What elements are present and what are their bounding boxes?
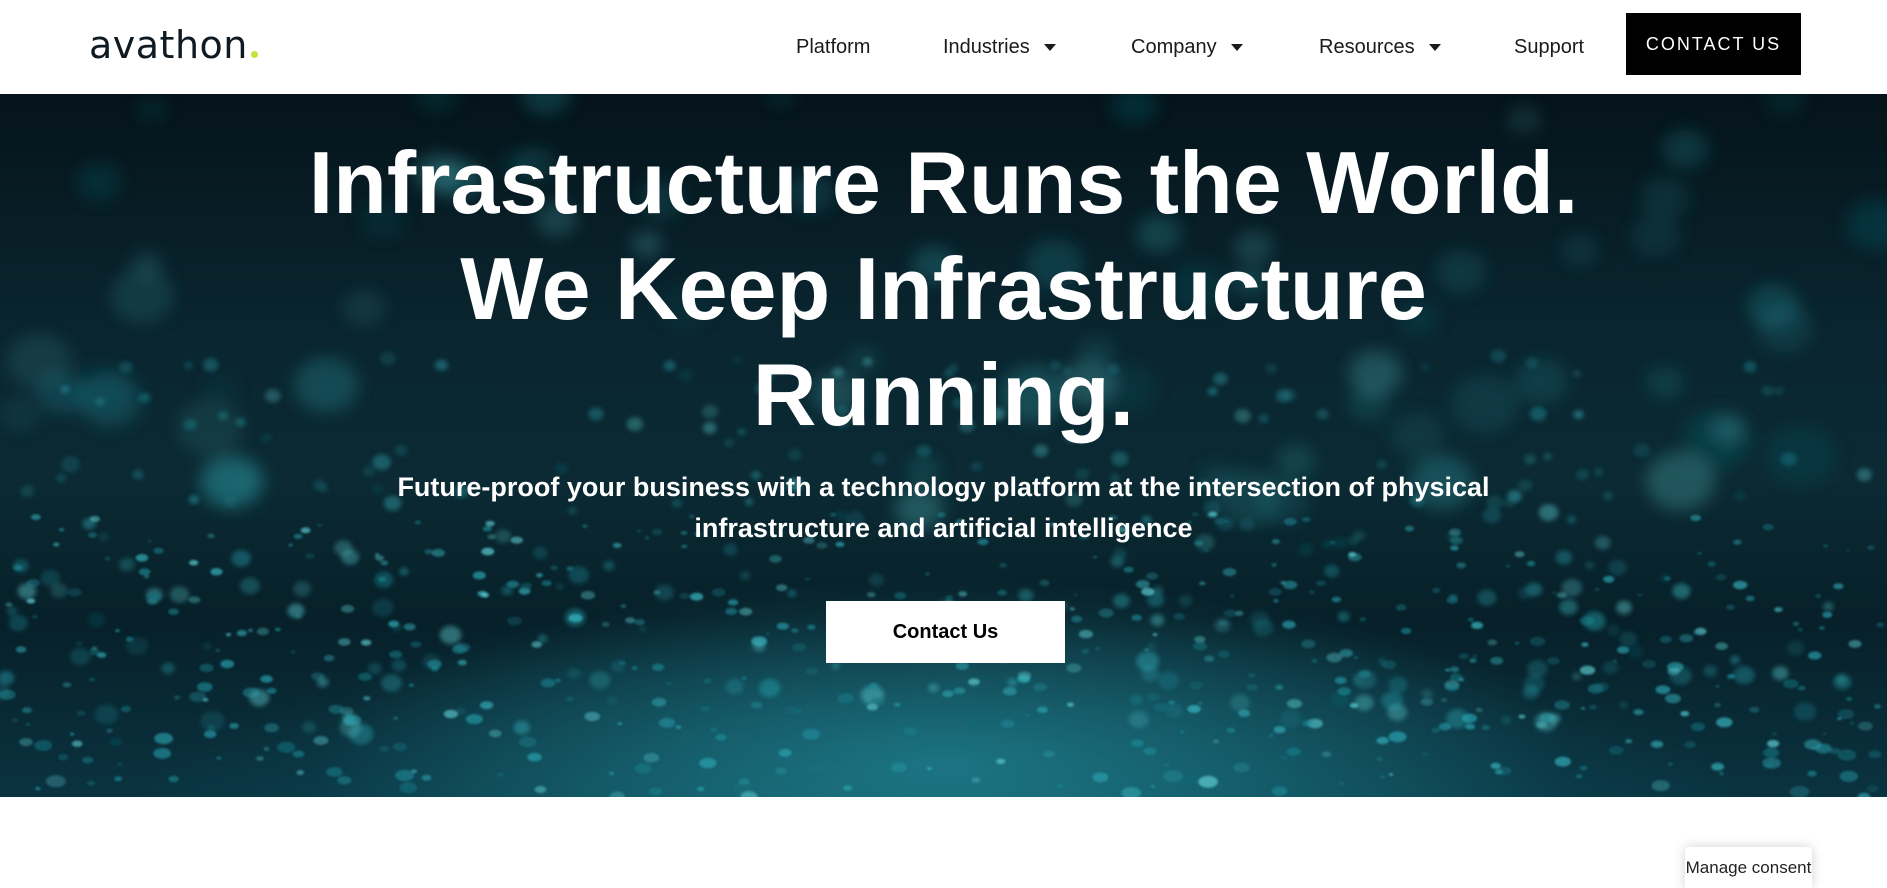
manage-consent-button[interactable]: Manage consent (1685, 847, 1812, 888)
nav-item-label: Platform (796, 35, 871, 58)
hero-title-line: Running. (752, 345, 1135, 444)
hero-subtitle-line: Future-proof your business with a techno… (397, 472, 1490, 502)
nav-item-resources[interactable]: Resources (1319, 0, 1441, 94)
nav-item-company[interactable]: Company (1131, 0, 1243, 94)
nav-item-label: Industries (943, 35, 1030, 58)
site-header: avathon Platform Industries Company Reso… (0, 0, 1887, 94)
contact-us-hero-button[interactable]: Contact Us (826, 601, 1065, 663)
chevron-down-icon (1230, 43, 1243, 51)
chevron-down-icon (1428, 43, 1441, 51)
brand-logo-dot (250, 51, 258, 58)
brand-logo[interactable]: avathon (89, 20, 258, 70)
chevron-down-icon (1043, 43, 1056, 51)
hero-title-line: Infrastructure Runs the World. (308, 133, 1579, 232)
hero-title: Infrastructure Runs the World. We Keep I… (0, 130, 1887, 448)
nav-item-platform[interactable]: Platform (796, 0, 870, 94)
nav-item-label: Support (1514, 35, 1585, 58)
nav-item-label: Resources (1319, 35, 1415, 58)
brand-name: avathon (89, 23, 248, 67)
nav-item-label: Company (1131, 35, 1217, 58)
nav-item-industries[interactable]: Industries (943, 0, 1056, 94)
hero-title-line: We Keep Infrastructure (460, 239, 1427, 338)
hero-subtitle-line: infrastructure and artificial intelligen… (694, 513, 1193, 543)
nav-item-support[interactable]: Support (1514, 0, 1584, 94)
hero-subtitle: Future-proof your business with a techno… (0, 467, 1887, 549)
contact-us-nav-button[interactable]: CONTACT US (1626, 13, 1801, 75)
hero-section: Infrastructure Runs the World. We Keep I… (0, 94, 1887, 797)
